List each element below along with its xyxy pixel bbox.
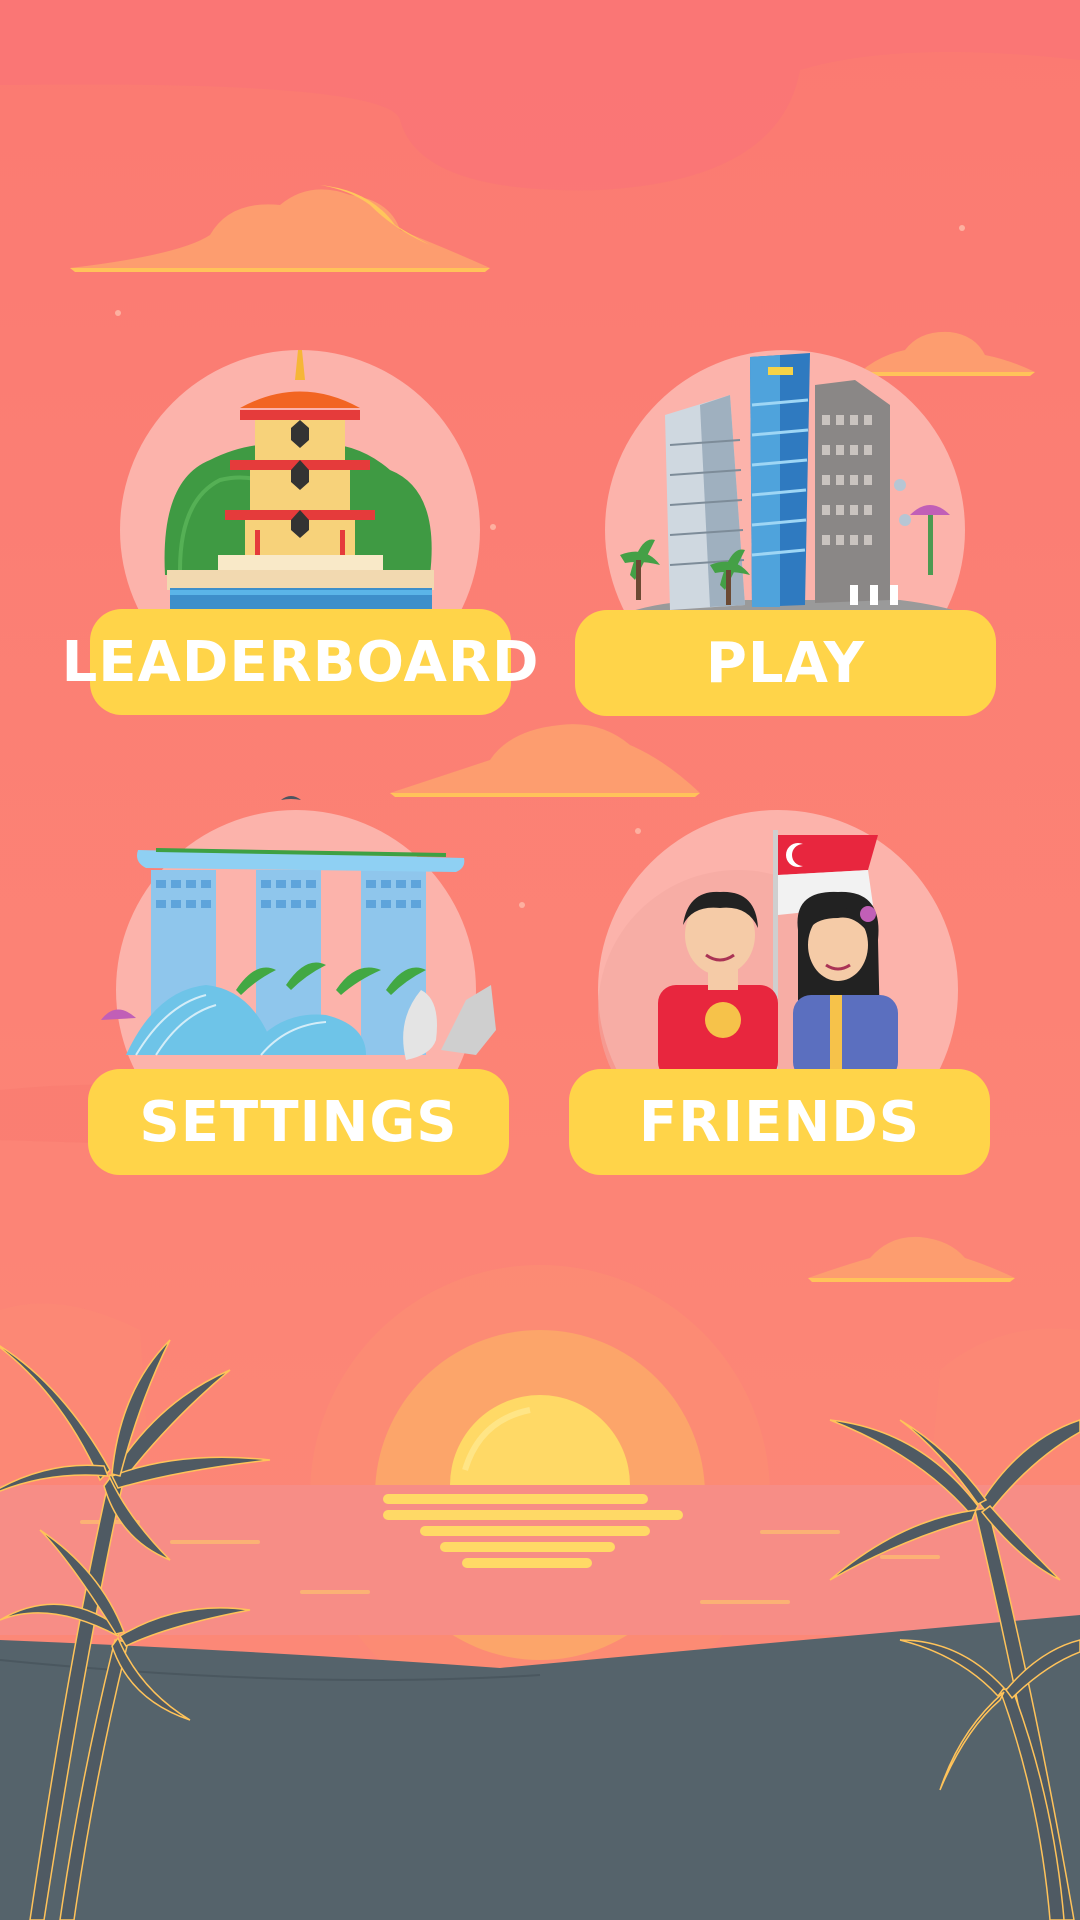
friends-button[interactable]: FRIENDS bbox=[569, 1069, 990, 1175]
leaderboard-label: LEADERBOARD bbox=[61, 629, 540, 695]
couple-with-flag-icon bbox=[598, 810, 958, 1080]
leaderboard-button[interactable]: LEADERBOARD bbox=[62, 609, 538, 715]
play-label: PLAY bbox=[705, 630, 866, 696]
pagoda-icon bbox=[120, 350, 480, 615]
settings-button[interactable]: SETTINGS bbox=[88, 1069, 509, 1175]
play-button[interactable]: PLAY bbox=[575, 610, 996, 716]
friends-label: FRIENDS bbox=[638, 1089, 921, 1155]
skyscrapers-icon bbox=[605, 350, 970, 615]
marina-bay-sands-icon bbox=[101, 796, 496, 1070]
settings-label: SETTINGS bbox=[139, 1089, 458, 1155]
